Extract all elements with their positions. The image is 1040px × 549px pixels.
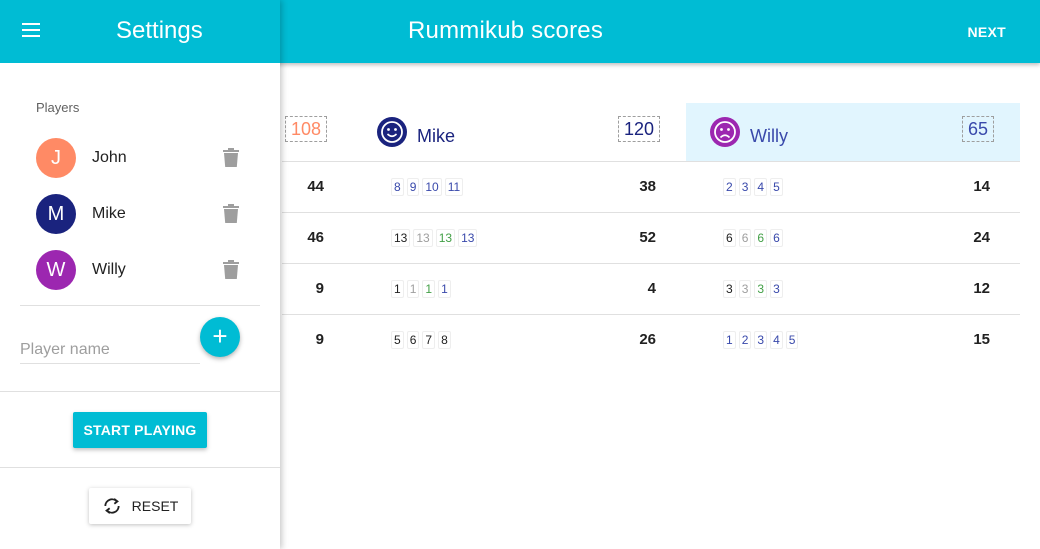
happy-face-icon (377, 117, 407, 147)
tile: 6 (754, 229, 768, 247)
add-player-button[interactable]: + (200, 317, 240, 357)
player-name-input[interactable] (20, 336, 200, 364)
willy-row-score: 24 (973, 229, 990, 246)
start-playing-button[interactable]: START PLAYING (73, 412, 207, 448)
willy-column-name: Willy (750, 126, 788, 146)
mike-total: 120 (618, 116, 661, 142)
mike-tile-set: 8 9 10 11 (391, 178, 464, 196)
willy-tile-set: 6666 (723, 229, 783, 247)
tile: 2 (738, 331, 752, 349)
willy-tile-set: 12345 (723, 331, 799, 349)
players-label: Players (36, 100, 80, 115)
willy-tile-set: 3333 (723, 280, 783, 298)
mike-row-score: 4 (647, 280, 656, 297)
player-name: Mike (92, 205, 126, 222)
tile: 6 (738, 229, 752, 247)
willy-row-score: 15 (973, 331, 990, 348)
mike-row-score: 52 (639, 229, 656, 246)
row-divider (282, 314, 1020, 315)
drawer-title: Settings (116, 17, 203, 44)
mike-row-score: 26 (639, 331, 656, 348)
john-total: 108 (285, 116, 328, 142)
divider (20, 305, 260, 306)
tile: 2 (723, 178, 736, 196)
mike-tile-set: 13 13 13 13 (391, 229, 478, 247)
willy-row-score: 14 (973, 178, 990, 195)
tile: 6 (770, 229, 783, 247)
tile: 3 (738, 280, 752, 298)
next-button[interactable]: NEXT (967, 24, 1006, 40)
drawer-header: Settings (0, 0, 280, 63)
mike-row-score: 38 (639, 178, 656, 195)
tile: 1 (391, 280, 404, 298)
tile: 3 (723, 280, 736, 298)
tile: 13 (435, 229, 456, 247)
row-divider (282, 212, 1020, 213)
tile: 3 (754, 280, 768, 298)
tile: 4 (770, 331, 783, 349)
john-row-score: 9 (315, 331, 324, 348)
tile: 1 (723, 331, 736, 349)
tile: 13 (413, 229, 433, 247)
tile: 6 (406, 331, 420, 349)
tile: 9 (406, 178, 420, 196)
tile: 5 (785, 331, 799, 349)
player-row-john: J John (36, 138, 246, 178)
player-name: Willy (92, 261, 126, 278)
row-divider (282, 263, 1020, 264)
app-title: Rummikub scores (408, 17, 604, 44)
tile: 13 (391, 229, 411, 247)
mike-tile-set: 5678 (391, 331, 451, 349)
trash-icon[interactable] (222, 148, 240, 168)
player-row-willy: W Willy (36, 250, 246, 290)
tile: 13 (458, 229, 478, 247)
page: Rummikub scores NEXT 108 Mike 120 Willy … (0, 0, 1040, 549)
divider (0, 391, 280, 392)
reset-button[interactable]: RESET (89, 488, 191, 524)
divider (0, 467, 280, 468)
avatar: W (36, 250, 76, 290)
tile: 5 (770, 178, 783, 196)
hamburger-menu-icon[interactable] (22, 23, 42, 39)
refresh-icon (104, 498, 120, 514)
tile: 8 (438, 331, 451, 349)
willy-total: 65 (962, 116, 995, 142)
tile: 6 (723, 229, 736, 247)
tile: 11 (444, 178, 464, 196)
willy-tile-set: 2345 (723, 178, 783, 196)
reset-label: RESET (131, 498, 179, 514)
tile: 1 (422, 280, 436, 298)
tile: 1 (438, 280, 451, 298)
tile: 7 (422, 331, 436, 349)
trash-icon[interactable] (222, 204, 240, 224)
john-row-score: 46 (307, 229, 324, 246)
tile: 4 (754, 178, 768, 196)
tile: 3 (770, 280, 783, 298)
john-row-score: 44 (307, 178, 324, 195)
settings-drawer: Settings Players J John M Mike W Willy +… (0, 0, 280, 549)
row-divider (282, 161, 1020, 162)
john-row-score: 9 (315, 280, 324, 297)
tile: 1 (406, 280, 420, 298)
tile: 3 (754, 331, 768, 349)
sad-face-icon (710, 117, 740, 147)
tile: 3 (738, 178, 752, 196)
mike-column-name: Mike (417, 126, 456, 146)
tile: 5 (391, 331, 404, 349)
mike-tile-set: 1111 (391, 280, 451, 298)
tile: 10 (422, 178, 442, 196)
trash-icon[interactable] (222, 260, 240, 280)
avatar: M (36, 194, 76, 234)
willy-row-score: 12 (973, 280, 990, 297)
player-name: John (92, 149, 127, 166)
tile: 8 (391, 178, 404, 196)
avatar: J (36, 138, 76, 178)
player-row-mike: M Mike (36, 194, 246, 234)
